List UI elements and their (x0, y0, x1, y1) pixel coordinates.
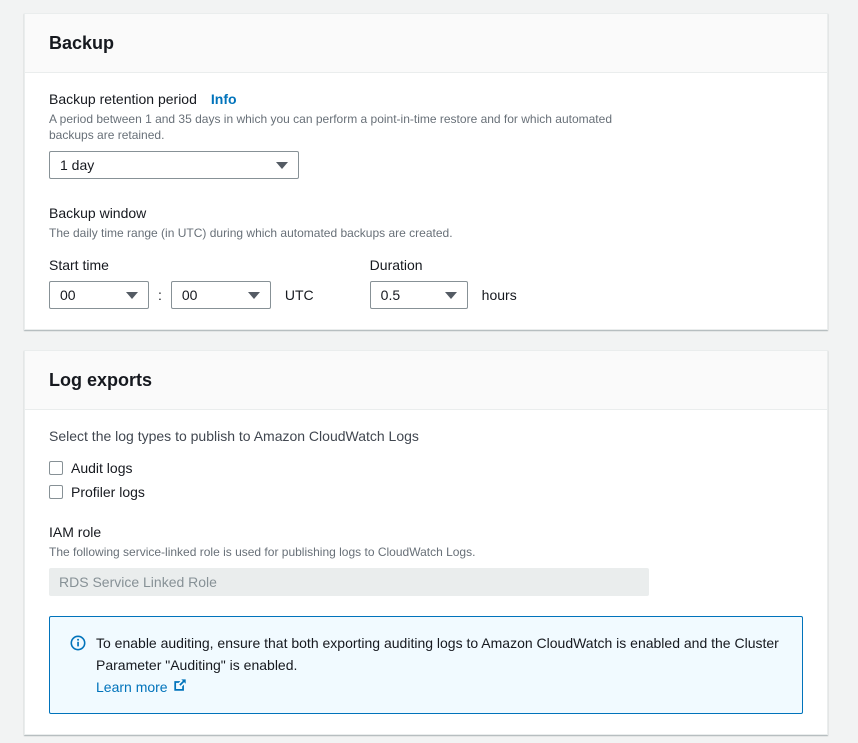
iam-role-label: IAM role (49, 522, 803, 542)
iam-role-description: The following service-linked role is use… (49, 544, 649, 560)
log-exports-card-header: Log exports (25, 351, 827, 410)
time-separator: : (158, 287, 162, 303)
learn-more-link[interactable]: Learn more (96, 676, 187, 698)
duration-label: Duration (370, 255, 517, 275)
backup-window-description: The daily time range (in UTC) during whi… (49, 225, 649, 241)
auditing-alert-text: To enable auditing, ensure that both exp… (96, 632, 786, 676)
start-time-group: Start time 00 : 00 UTC (49, 255, 314, 309)
duration-group: Duration 0.5 hours (370, 255, 517, 309)
start-hour-select-value: 00 (60, 287, 76, 303)
start-hour-select[interactable]: 00 (49, 281, 149, 309)
log-types-group-label: Select the log types to publish to Amazo… (49, 426, 803, 446)
iam-role-input-value: RDS Service Linked Role (59, 574, 217, 590)
iam-role-section: IAM role The following service-linked ro… (49, 522, 803, 596)
audit-logs-label: Audit logs (71, 460, 132, 476)
backup-card: Backup Backup retention period Info A pe… (24, 13, 828, 330)
timezone-label: UTC (285, 287, 314, 303)
chevron-down-icon (248, 292, 260, 299)
external-link-icon (173, 676, 187, 698)
log-exports-card-body: Select the log types to publish to Amazo… (25, 410, 827, 734)
backup-retention-description: A period between 1 and 35 days in which … (49, 111, 649, 143)
duration-select-value: 0.5 (381, 287, 400, 303)
start-minute-select[interactable]: 00 (171, 281, 271, 309)
profiler-logs-row: Profiler logs (49, 480, 803, 504)
backup-retention-select[interactable]: 1 day (49, 151, 299, 179)
backup-card-body: Backup retention period Info A period be… (25, 73, 827, 329)
page: Backup Backup retention period Info A pe… (0, 0, 858, 743)
chevron-down-icon (126, 292, 138, 299)
backup-retention-info-link[interactable]: Info (211, 91, 237, 107)
backup-window-label: Backup window (49, 203, 803, 223)
profiler-logs-checkbox[interactable] (49, 485, 63, 499)
start-time-label: Start time (49, 255, 314, 275)
learn-more-link-label: Learn more (96, 676, 168, 698)
profiler-logs-label: Profiler logs (71, 484, 145, 500)
backup-retention-select-value: 1 day (60, 157, 94, 173)
backup-card-title: Backup (49, 32, 803, 54)
log-exports-card-title: Log exports (49, 369, 803, 391)
start-minute-select-value: 00 (182, 287, 198, 303)
log-exports-card: Log exports Select the log types to publ… (24, 350, 828, 735)
iam-role-input: RDS Service Linked Role (49, 568, 649, 596)
info-icon (70, 635, 86, 656)
backup-window-controls: Start time 00 : 00 UTC (49, 255, 803, 309)
chevron-down-icon (445, 292, 457, 299)
chevron-down-icon (276, 162, 288, 169)
auditing-info-alert: To enable auditing, ensure that both exp… (49, 616, 803, 714)
backup-card-header: Backup (25, 14, 827, 73)
duration-select[interactable]: 0.5 (370, 281, 468, 309)
duration-unit-label: hours (482, 287, 517, 303)
backup-retention-label: Backup retention period (49, 89, 197, 109)
audit-logs-checkbox[interactable] (49, 461, 63, 475)
audit-logs-row: Audit logs (49, 456, 803, 480)
